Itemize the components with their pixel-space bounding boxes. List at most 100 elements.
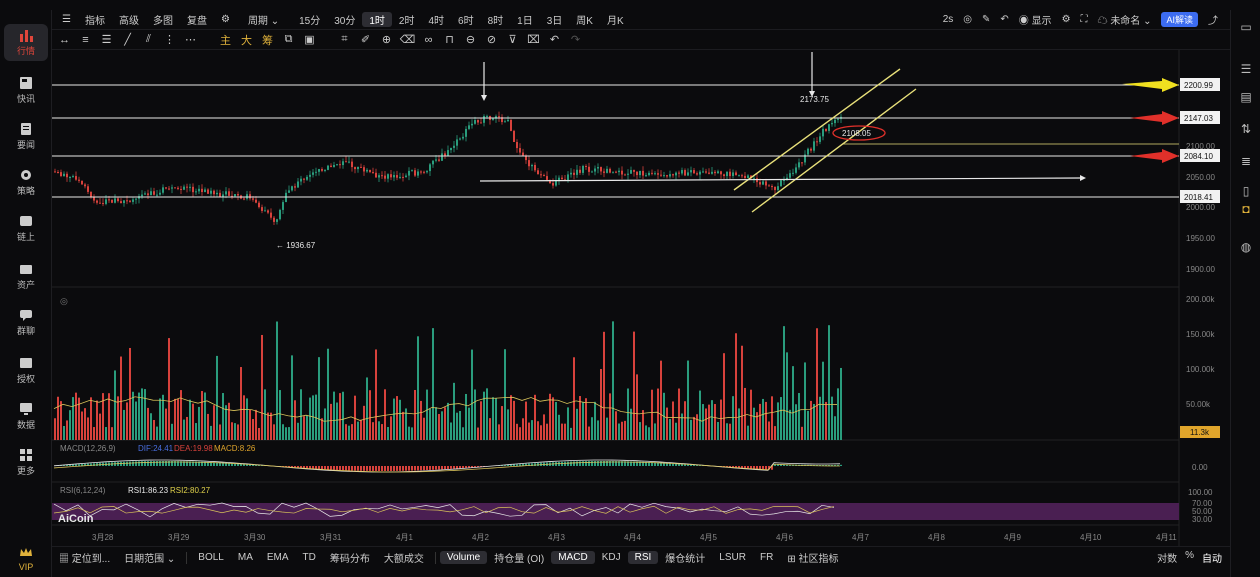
share-icon[interactable]: ⤴ — [1208, 12, 1218, 27]
redo-draw-icon[interactable]: ↷ — [565, 33, 586, 46]
main-chart-toggle[interactable]: 主 — [215, 32, 236, 48]
eraser-icon[interactable]: ⌫ — [397, 33, 418, 46]
chart-icon[interactable]: ▤ — [1238, 90, 1254, 104]
camera-icon[interactable]: ◎ — [963, 14, 972, 25]
ind-lsur[interactable]: LSUR — [712, 551, 753, 564]
large-order-toggle[interactable]: 大 — [236, 32, 257, 48]
locate-button[interactable]: ▦ 定位到... — [52, 549, 117, 566]
cursor-icon[interactable]: ↔ — [54, 34, 75, 46]
refresh-rate[interactable]: 2s — [943, 14, 954, 25]
lock-icon[interactable]: ⊓ — [439, 33, 460, 46]
multi-chart-button[interactable]: 多图 — [146, 12, 180, 27]
candle-body — [372, 172, 374, 174]
menu-icon[interactable]: ☰ — [52, 14, 78, 25]
robot-icon[interactable]: ◘ — [1238, 202, 1254, 216]
period-30m[interactable]: 30分 — [327, 12, 362, 27]
fullscreen-icon[interactable]: ⛶ — [1081, 14, 1088, 25]
horizontal-line-icon[interactable]: ≡ — [75, 34, 96, 46]
trend-line-icon[interactable]: ╱ — [117, 33, 138, 46]
date-range-button[interactable]: 日期范围 ⌄ — [117, 549, 182, 566]
ind-fr[interactable]: FR — [753, 551, 780, 564]
alert-icon[interactable]: ◍ — [1238, 240, 1254, 254]
ind-volume[interactable]: Volume — [439, 551, 488, 564]
crop-icon[interactable]: ⌗ — [334, 33, 355, 46]
nav-item-data[interactable]: 数据 — [4, 402, 48, 431]
copy-icon[interactable]: ⧉ — [278, 33, 299, 46]
volume-bar — [786, 352, 788, 440]
period-month[interactable]: 月K — [600, 12, 631, 27]
indicator-icon[interactable]: ▣ — [299, 33, 320, 46]
period-dropdown[interactable]: 周期 ⌄ — [241, 12, 286, 27]
ind-rsi[interactable]: RSI — [627, 551, 659, 564]
more-dots-icon[interactable]: ⋯ — [180, 33, 201, 46]
gear-icon[interactable]: ⚙ — [1062, 14, 1071, 25]
ind-liquidation[interactable]: 爆仓统计 — [658, 549, 712, 566]
fib-icon[interactable]: ⋮ — [159, 33, 180, 46]
nav-item-more[interactable]: 更多 — [4, 448, 48, 477]
replay-button[interactable]: 复盘 — [180, 12, 214, 27]
volume-bar — [111, 427, 113, 440]
nav-item-chain[interactable]: 链上 — [4, 214, 48, 243]
auto-toggle[interactable]: 自动 — [1202, 550, 1222, 565]
candle-body — [528, 160, 530, 167]
indicator-button[interactable]: 指标 — [78, 12, 112, 27]
ai-interpret-button[interactable]: AI解读 — [1161, 12, 1198, 27]
display-button[interactable]: ◉ 显示 — [1019, 12, 1052, 27]
period-1h[interactable]: 1时 — [362, 12, 392, 27]
magnet-icon[interactable]: ⊖ — [460, 33, 481, 46]
ind-community[interactable]: ⊞ 社区指标 — [780, 549, 845, 566]
eye-toggle-icon[interactable]: ◎ — [60, 296, 68, 306]
ind-ema[interactable]: EMA — [260, 551, 296, 564]
chip-toggle[interactable]: 筹 — [257, 32, 278, 48]
layout-button[interactable]: ☁ 未命名 ⌄ — [1098, 12, 1152, 27]
period-3d[interactable]: 3日 — [540, 12, 570, 27]
advanced-button[interactable]: 高级 — [112, 12, 146, 27]
ind-kdj[interactable]: KDJ — [595, 551, 628, 564]
brush-icon[interactable]: ✐ — [355, 33, 376, 46]
nav-item-chat[interactable]: 群聊 — [4, 308, 48, 337]
ind-oi[interactable]: 持仓量 (OI) — [487, 549, 551, 566]
settings-icon[interactable]: ⚙ — [214, 14, 237, 25]
period-8h[interactable]: 8时 — [481, 12, 511, 27]
ind-ma[interactable]: MA — [231, 551, 260, 564]
note-icon[interactable]: ▯ — [1238, 184, 1254, 198]
period-week[interactable]: 周K — [569, 12, 600, 27]
link-icon[interactable]: ⊘ — [481, 33, 502, 46]
period-1d[interactable]: 1日 — [510, 12, 540, 27]
trades-icon[interactable]: ⇅ — [1238, 122, 1254, 136]
nav-item-headlines[interactable]: 要闻 — [4, 122, 48, 151]
orderbook-icon[interactable]: ☰ — [1238, 62, 1254, 76]
depth-icon[interactable]: ≣ — [1238, 154, 1254, 168]
ind-boll[interactable]: BOLL — [191, 551, 231, 564]
ind-macd[interactable]: MACD — [551, 551, 595, 564]
zoom-icon[interactable]: ⊕ — [376, 33, 397, 46]
period-6h[interactable]: 6时 — [451, 12, 481, 27]
nav-item-vip[interactable]: VIP — [4, 546, 48, 572]
watchlist-icon[interactable]: ▭ — [1238, 20, 1254, 34]
macd-bar — [351, 466, 353, 471]
pattern-icon[interactable]: ∞ — [418, 34, 439, 46]
nav-item-auth[interactable]: 授权 — [4, 356, 48, 385]
ind-chip[interactable]: 筹码分布 — [323, 549, 377, 566]
percent-toggle[interactable]: % — [1185, 550, 1194, 565]
nav-item-market[interactable]: 行情 — [4, 24, 48, 61]
price-chart[interactable]: 2108.05 2173.75 ← 1936.67 2200.99 2147.0… — [52, 50, 1230, 546]
period-4h[interactable]: 4时 — [421, 12, 451, 27]
candle-body — [450, 147, 452, 151]
period-15m[interactable]: 15分 — [292, 12, 327, 27]
nav-item-strategy[interactable]: 策略 — [4, 168, 48, 197]
nav-item-news[interactable]: 快讯 — [4, 76, 48, 105]
filter-icon[interactable]: ⊽ — [502, 33, 523, 46]
pencil-icon[interactable]: ✎ — [982, 14, 990, 25]
list-icon[interactable]: ☰ — [96, 33, 117, 46]
ind-td[interactable]: TD — [296, 551, 323, 564]
ind-large[interactable]: 大额成交 — [377, 549, 431, 566]
log-toggle[interactable]: 对数 — [1157, 550, 1177, 565]
nav-item-assets[interactable]: 资产 — [4, 262, 48, 291]
period-2h[interactable]: 2时 — [392, 12, 422, 27]
undo-draw-icon[interactable]: ↶ — [544, 33, 565, 46]
undo-icon[interactable]: ↶ — [1000, 14, 1008, 25]
candle-body — [132, 199, 134, 202]
trash-icon[interactable]: ⌧ — [523, 33, 544, 46]
channel-icon[interactable]: ⫽ — [138, 33, 159, 46]
